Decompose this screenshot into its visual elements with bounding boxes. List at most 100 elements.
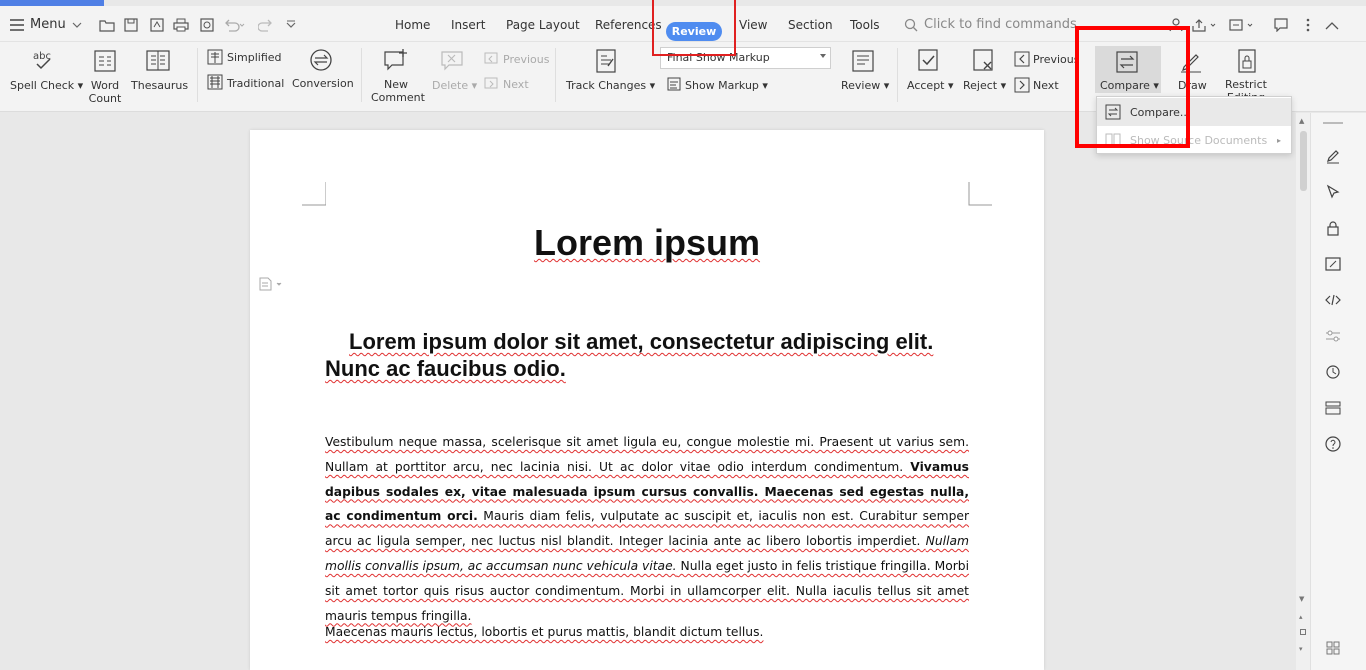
reject-label: Reject [963,79,998,92]
accept-button[interactable]: Accept ▾ [907,79,954,92]
paragraph-options-icon[interactable] [257,276,285,292]
simplified-chinese-icon[interactable] [206,48,224,66]
spell-check-button[interactable]: Spell Check ▾ [10,79,83,92]
submenu-arrow-icon: ▸ [1276,135,1281,145]
collapse-ribbon-icon[interactable] [1322,15,1342,35]
previous-change-icon[interactable] [1013,50,1031,68]
tab-page-layout[interactable]: Page Layout [506,18,580,32]
conversion-button[interactable]: Conversion [292,77,354,90]
new-comment-button[interactable]: New Comment [371,78,425,104]
pen-icon[interactable] [1323,146,1343,166]
chevron-down-icon [820,54,826,58]
delete-label: Delete [432,79,469,92]
menu-label: Menu [30,17,66,32]
print-preview-icon[interactable] [197,15,217,35]
reject-change-icon[interactable] [969,47,997,75]
scroll-down-icon[interactable]: ▼ [1299,595,1304,603]
redo-icon[interactable] [256,15,276,35]
adjust-sliders-icon[interactable] [1323,326,1343,346]
open-folder-icon[interactable] [97,15,117,35]
tab-insert[interactable]: Insert [451,18,485,32]
grid-apps-icon[interactable] [1323,638,1343,658]
next-change-icon[interactable] [1013,76,1031,94]
share-icon[interactable] [1190,15,1218,35]
para1-segment-a: Vestibulum neque massa, scelerisque sit … [325,435,969,474]
show-markup-icon[interactable] [666,76,682,92]
thesaurus-icon[interactable] [144,47,172,75]
new-comment-icon[interactable] [382,47,410,75]
next-comment-icon[interactable] [483,76,499,92]
tab-view[interactable]: View [739,18,767,32]
simplified-button[interactable]: Simplified [227,51,282,64]
spell-check-label: Spell Check [10,79,75,92]
export-pdf-icon[interactable] [147,15,167,35]
accept-change-icon[interactable] [914,47,942,75]
new-comment-label-1: New [384,78,408,91]
scrollbar-thumb[interactable] [1300,131,1307,191]
tab-home[interactable]: Home [395,18,430,32]
print-icon[interactable] [171,15,191,35]
menu-button[interactable]: Menu [10,17,82,32]
show-markup-button[interactable]: Show Markup ▾ [685,79,768,92]
body-paragraph-1: Vestibulum neque massa, scelerisque sit … [325,430,969,628]
compare-annotation [1075,26,1190,148]
comment-panel-icon[interactable] [1271,15,1291,35]
vertical-scrollbar[interactable]: ▲ ▼ ▴ ▾ [1296,113,1310,670]
find-commands-placeholder: Click to find commands [924,17,1077,32]
tab-tools[interactable]: Tools [850,18,880,32]
review-tab-annotation [652,0,736,56]
select-cursor-icon[interactable] [1323,182,1343,202]
next-comment-button[interactable]: Next [503,78,529,91]
lock-icon[interactable] [1323,218,1343,238]
edit-document-icon[interactable] [1323,254,1343,274]
word-count-label-1: Word [90,79,120,92]
show-markup-label: Show Markup [685,79,759,92]
body-paragraph-2: Maecenas mauris lectus, lobortis et puru… [325,620,969,644]
traditional-chinese-icon[interactable] [206,73,224,91]
help-icon[interactable] [1323,434,1343,454]
tab-section[interactable]: Section [788,18,833,32]
accept-label: Accept [907,79,945,92]
review-pane-icon[interactable] [849,47,877,75]
delete-comment-icon[interactable] [439,47,467,75]
search-icon [904,18,918,31]
reject-button[interactable]: Reject ▾ [963,79,1006,92]
track-changes-label: Track Changes [566,79,647,92]
track-changes-icon[interactable] [592,47,620,75]
document-page[interactable]: Lorem ipsum Lorem ipsum dolor sit amet, … [250,130,1044,670]
conversion-icon[interactable] [307,46,335,74]
restrict-label-1: Restrict [1225,78,1267,91]
hamburger-icon [10,18,24,31]
browse-object-icon[interactable] [1300,629,1306,635]
thesaurus-button[interactable]: Thesaurus [131,79,188,92]
previous-comment-icon[interactable] [483,51,499,67]
sync-icon[interactable] [1227,15,1255,35]
word-count-icon[interactable] [91,47,119,75]
more-options-icon[interactable] [1298,15,1318,35]
previous-page-icon[interactable]: ▴ [1299,613,1303,621]
find-commands-box[interactable]: Click to find commands [904,17,1077,32]
delete-comment-button[interactable]: Delete ▾ [432,79,477,92]
outline-icon[interactable] [1323,398,1343,418]
history-icon[interactable] [1323,362,1343,382]
spell-check-icon[interactable]: abc [30,47,58,75]
track-changes-button[interactable]: Track Changes ▾ [566,79,655,92]
customize-toolbar-icon[interactable] [284,15,298,35]
scroll-up-icon[interactable]: ▲ [1299,117,1304,125]
traditional-button[interactable]: Traditional [227,77,284,90]
code-icon[interactable] [1323,290,1343,310]
review-pane-button[interactable]: Review ▾ [841,79,889,92]
next-page-icon[interactable]: ▾ [1299,645,1303,653]
para2-text: Maecenas mauris lectus, lobortis et puru… [325,625,764,639]
lock-icon[interactable] [1233,47,1261,75]
pane-divider [1323,122,1343,124]
save-icon[interactable] [121,15,141,35]
previous-comment-button[interactable]: Previous [503,53,550,66]
word-count-button[interactable]: Word Count [86,79,124,105]
previous-change-button[interactable]: Previous [1033,53,1080,66]
word-count-label-2: Count [88,92,122,105]
undo-icon[interactable] [222,15,246,35]
document-title: Lorem ipsum [250,222,1044,264]
wps-writer-window: Menu Home Insert Page Layout References … [0,0,1366,670]
next-change-button[interactable]: Next [1033,79,1059,92]
